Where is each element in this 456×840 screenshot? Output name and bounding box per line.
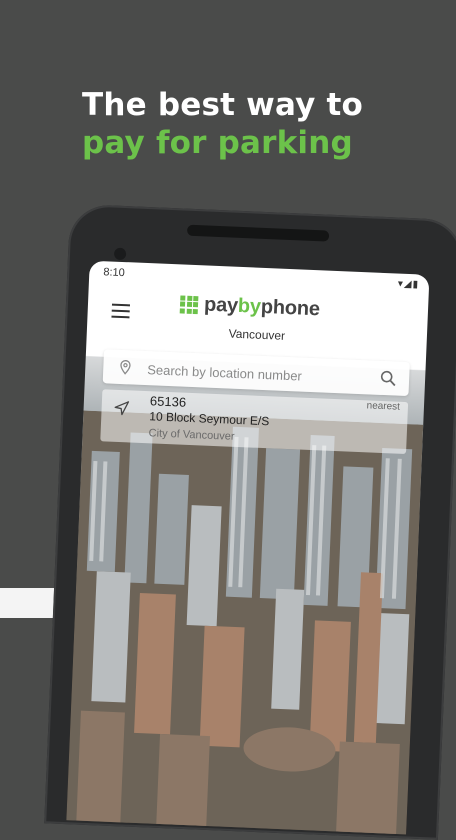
location-number: 65136 bbox=[149, 393, 187, 410]
nearest-tag: nearest bbox=[366, 400, 401, 413]
logo-text: paybyphone bbox=[204, 293, 321, 321]
phone-speaker bbox=[186, 224, 330, 242]
headline: The best way to pay for parking bbox=[82, 86, 363, 162]
phone-camera bbox=[113, 247, 127, 261]
location-pin-icon bbox=[120, 360, 131, 375]
paybyphone-logo: paybyphone bbox=[179, 292, 321, 321]
search-input[interactable] bbox=[144, 357, 370, 391]
status-time: 8:10 bbox=[103, 266, 125, 280]
menu-icon[interactable] bbox=[111, 303, 131, 319]
logo-phone: phone bbox=[260, 295, 321, 321]
navigation-arrow-icon bbox=[114, 401, 130, 416]
headline-line-2: pay for parking bbox=[82, 125, 353, 161]
logo-grid-icon bbox=[179, 294, 199, 314]
phone-screen: 8:10 ▾◢▮ paybyphone Vancouver Search by … bbox=[66, 260, 430, 835]
logo-by: by bbox=[237, 294, 262, 318]
search-icon[interactable] bbox=[379, 369, 398, 388]
status-icons: ▾◢▮ bbox=[397, 278, 420, 291]
location-city: City of Vancouver bbox=[148, 427, 235, 443]
city-skyline-image bbox=[66, 410, 424, 835]
location-street: 10 Block Seymour E/S bbox=[149, 409, 270, 429]
app-bar: paybyphone Vancouver bbox=[86, 283, 428, 357]
city-label: Vancouver bbox=[228, 326, 286, 343]
headline-line-1: The best way to bbox=[82, 87, 364, 123]
logo-pay: pay bbox=[203, 293, 239, 317]
search-bar[interactable] bbox=[102, 349, 410, 397]
phone-mockup: 8:10 ▾◢▮ paybyphone Vancouver Search by … bbox=[44, 203, 456, 840]
